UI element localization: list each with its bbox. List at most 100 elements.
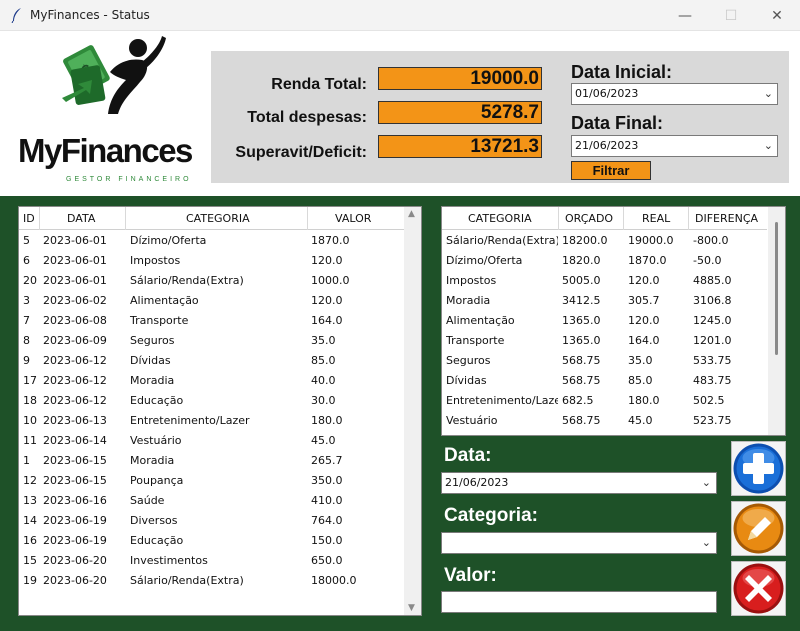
data-final-combo[interactable]: 21/06/2023 ⌄ (571, 135, 778, 157)
cell-id: 1 (23, 454, 30, 467)
filtrar-button[interactable]: Filtrar (571, 161, 651, 180)
table-row[interactable]: 6 2023-06-01 Impostos 120.0 (19, 250, 405, 270)
table-row[interactable]: Transporte 1365.0 164.0 1201.0 (442, 330, 767, 350)
table-row[interactable]: Sálario/Renda(Extra) 18200.0 19000.0 -800.0 (442, 230, 767, 250)
delete-button[interactable] (731, 561, 786, 616)
scroll-up-icon[interactable]: ▲ (408, 209, 415, 219)
table-row[interactable]: 16 2023-06-19 Educação 150.0 (19, 530, 405, 550)
plus-icon (733, 443, 784, 494)
despesas-value: 5278.7 (378, 101, 542, 124)
cell-categoria: Alimentação (130, 294, 199, 307)
cell-data: 2023-06-19 (43, 514, 107, 527)
table-row[interactable]: 8 2023-06-09 Seguros 35.0 (19, 330, 405, 350)
edit-button[interactable] (731, 501, 786, 556)
data-inicial-value: 01/06/2023 (575, 87, 639, 100)
table-row[interactable]: 1 2023-06-15 Moradia 265.7 (19, 450, 405, 470)
cell-orcado: 18200.0 (562, 234, 608, 247)
table-row[interactable]: 12 2023-06-15 Poupança 350.0 (19, 470, 405, 490)
table-row[interactable]: Dívidas 568.75 85.0 483.75 (442, 370, 767, 390)
cell-data: 2023-06-12 (43, 374, 107, 387)
cell-categoria: Vestuário (446, 414, 498, 427)
cell-categoria: Moradia (130, 454, 175, 467)
cell-real: 85.0 (628, 374, 653, 387)
pencil-icon (733, 503, 784, 554)
col-header-categoria[interactable]: CATEGORIA (186, 212, 250, 225)
table-row[interactable]: 15 2023-06-20 Investimentos 650.0 (19, 550, 405, 570)
col-header-valor[interactable]: VALOR (335, 212, 371, 225)
cell-valor: 30.0 (311, 394, 336, 407)
table-row[interactable]: Vestuário 568.75 45.0 523.75 (442, 410, 767, 430)
table-row[interactable]: 14 2023-06-19 Diversos 764.0 (19, 510, 405, 530)
maximize-icon: ☐ (724, 7, 738, 24)
data-inicial-label: Data Inicial: (571, 62, 673, 82)
data-label: Data: (444, 445, 492, 466)
cell-id: 19 (23, 574, 37, 587)
budget-grid: CATEGORIA ORÇADO REAL DIFERENÇA Sálario/… (442, 207, 767, 430)
table-row[interactable]: 19 2023-06-20 Sálario/Renda(Extra) 18000.0 (19, 570, 405, 590)
cell-real: 19000.0 (628, 234, 674, 247)
table-row[interactable]: 13 2023-06-16 Saúde 410.0 (19, 490, 405, 510)
col-header-categoria[interactable]: CATEGORIA (468, 212, 532, 225)
table-row[interactable]: Impostos 5005.0 120.0 4885.0 (442, 270, 767, 290)
minimize-button[interactable]: — (662, 0, 708, 31)
budget-table[interactable]: CATEGORIA ORÇADO REAL DIFERENÇA Sálario/… (441, 206, 786, 436)
chevron-down-icon: ⌄ (763, 139, 773, 152)
window-title: MyFinances - Status (30, 8, 150, 22)
data-combo[interactable]: 21/06/2023 ⌄ (441, 472, 717, 494)
table-row[interactable]: Moradia 3412.5 305.7 3106.8 (442, 290, 767, 310)
cell-id: 6 (23, 254, 30, 267)
scroll-down-icon[interactable]: ▼ (408, 603, 415, 613)
table-row[interactable]: 17 2023-06-12 Moradia 40.0 (19, 370, 405, 390)
cell-data: 2023-06-20 (43, 554, 107, 567)
col-header-diferenca[interactable]: DIFERENÇA (695, 212, 758, 225)
table-row[interactable]: Seguros 568.75 35.0 533.75 (442, 350, 767, 370)
cell-valor: 410.0 (311, 494, 343, 507)
cell-data: 2023-06-12 (43, 354, 107, 367)
maximize-button[interactable]: ☐ (708, 0, 754, 31)
table-row[interactable]: Alimentação 1365.0 120.0 1245.0 (442, 310, 767, 330)
cell-categoria: Educação (130, 394, 184, 407)
col-header-data[interactable]: DATA (67, 212, 95, 225)
cell-id: 7 (23, 314, 30, 327)
table-row[interactable]: 10 2023-06-13 Entretenimento/Lazer 180.0 (19, 410, 405, 430)
cell-categoria: Moradia (446, 294, 491, 307)
valor-label: Valor: (444, 565, 497, 586)
col-header-orcado[interactable]: ORÇADO (565, 212, 613, 225)
budget-scrollbar[interactable] (768, 207, 785, 435)
close-button[interactable]: ✕ (754, 0, 800, 31)
transactions-table[interactable]: ID DATA CATEGORIA VALOR 5 2023-06-01 Dízim… (18, 206, 422, 616)
cell-valor: 650.0 (311, 554, 343, 567)
table-row[interactable]: Entretenimento/Lazer 682.5 180.0 502.5 (442, 390, 767, 410)
chevron-down-icon: ⌄ (763, 87, 773, 100)
transactions-scrollbar[interactable]: ▲ ▼ (404, 207, 421, 615)
col-header-real[interactable]: REAL (642, 212, 670, 225)
scroll-thumb[interactable] (775, 222, 778, 355)
valor-input[interactable] (441, 591, 717, 613)
cell-categoria: Transporte (446, 334, 505, 347)
categoria-combo[interactable]: ⌄ (441, 532, 717, 554)
cell-categoria: Investimentos (130, 554, 208, 567)
add-button[interactable] (731, 441, 786, 496)
data-inicial-combo[interactable]: 01/06/2023 ⌄ (571, 83, 778, 105)
cell-diferenca: 3106.8 (693, 294, 732, 307)
minimize-icon: — (678, 7, 692, 24)
table-row[interactable]: 11 2023-06-14 Vestuário 45.0 (19, 430, 405, 450)
cell-data: 2023-06-20 (43, 574, 107, 587)
logo-name: MyFinances (18, 132, 193, 169)
table-row[interactable]: 18 2023-06-12 Educação 30.0 (19, 390, 405, 410)
table-row[interactable]: 9 2023-06-12 Dívidas 85.0 (19, 350, 405, 370)
col-header-id[interactable]: ID (23, 212, 35, 225)
table-row[interactable]: Dízimo/Oferta 1820.0 1870.0 -50.0 (442, 250, 767, 270)
table-row[interactable]: 20 2023-06-01 Sálario/Renda(Extra) 1000.0 (19, 270, 405, 290)
table-row[interactable]: 7 2023-06-08 Transporte 164.0 (19, 310, 405, 330)
cell-data: 2023-06-08 (43, 314, 107, 327)
cell-categoria: Impostos (446, 274, 497, 287)
cell-valor: 764.0 (311, 514, 343, 527)
chevron-down-icon: ⌄ (701, 476, 711, 489)
despesas-label: Total despesas: (247, 109, 367, 126)
cell-categoria: Sálario/Renda(Extra) (446, 234, 558, 247)
table-row[interactable]: 3 2023-06-02 Alimentação 120.0 (19, 290, 405, 310)
data-final-label: Data Final: (571, 113, 664, 133)
cell-id: 3 (23, 294, 30, 307)
table-row[interactable]: 5 2023-06-01 Dízimo/Oferta 1870.0 (19, 230, 405, 250)
